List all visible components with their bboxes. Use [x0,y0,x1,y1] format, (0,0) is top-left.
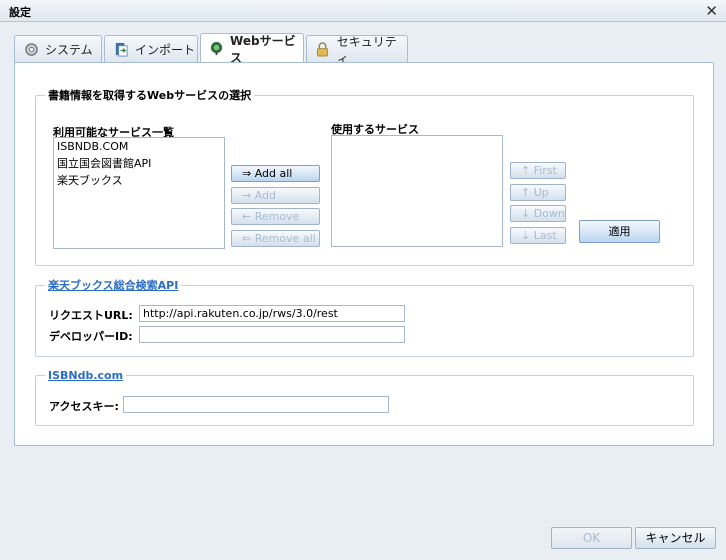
ok-button[interactable]: OK [551,527,632,549]
add-all-button[interactable]: ⇒ Add all [231,165,320,182]
remove-button[interactable]: ← Remove [231,208,320,225]
tab-system[interactable]: システム [14,35,102,63]
title-bar: 設定 ✕ [0,0,726,22]
list-item[interactable]: 楽天ブックス [54,172,224,189]
access-key-label: アクセスキー: [49,400,119,413]
web-service-panel: 書籍情報を取得するWebサービスの選択 利用可能なサービス一覧 ISBNDB.C… [14,62,714,446]
tab-import[interactable]: インポート [104,35,198,63]
request-url-field[interactable]: http://api.rakuten.co.jp/rws/3.0/rest [139,305,405,322]
tab-label: インポート [135,43,196,57]
developer-id-label: デベロッパーID: [49,330,133,343]
list-item[interactable]: ISBNDB.COM [54,138,224,155]
request-url-label: リクエストURL: [49,309,133,322]
close-icon[interactable]: ✕ [705,2,718,20]
move-first-button[interactable]: ⇡ First [510,162,566,179]
isbndb-legend[interactable]: ISBNdb.com [45,369,126,382]
rakuten-api-legend[interactable]: 楽天ブックス総合検索API [45,277,181,293]
move-down-button[interactable]: ↓ Down [510,205,566,222]
tab-label: Webサービス [230,33,296,65]
window-title: 設定 [9,6,31,19]
tab-web-service[interactable]: Webサービス [200,33,304,65]
selected-services-list[interactable] [331,135,503,247]
move-last-button[interactable]: ⇣ Last [510,227,566,244]
import-icon [113,42,129,58]
available-services-list[interactable]: ISBNDB.COM 国立国会図書館API 楽天ブックス [53,137,225,249]
tab-security[interactable]: セキュリティ [306,35,408,66]
remove-all-button[interactable]: ⇐ Remove all [231,230,320,247]
service-selection-legend: 書籍情報を取得するWebサービスの選択 [48,89,252,102]
apply-button[interactable]: 適用 [579,220,660,243]
list-item[interactable]: 国立国会図書館API [54,155,224,172]
add-button[interactable]: → Add [231,187,320,204]
lock-icon [315,42,331,58]
tab-label: システム [45,43,93,57]
move-up-button[interactable]: ↑ Up [510,184,566,201]
developer-id-field[interactable] [139,326,405,343]
cancel-button[interactable]: キャンセル [635,527,716,549]
access-key-field[interactable] [123,396,389,413]
web-service-icon [209,41,224,57]
gear-icon [23,42,39,58]
